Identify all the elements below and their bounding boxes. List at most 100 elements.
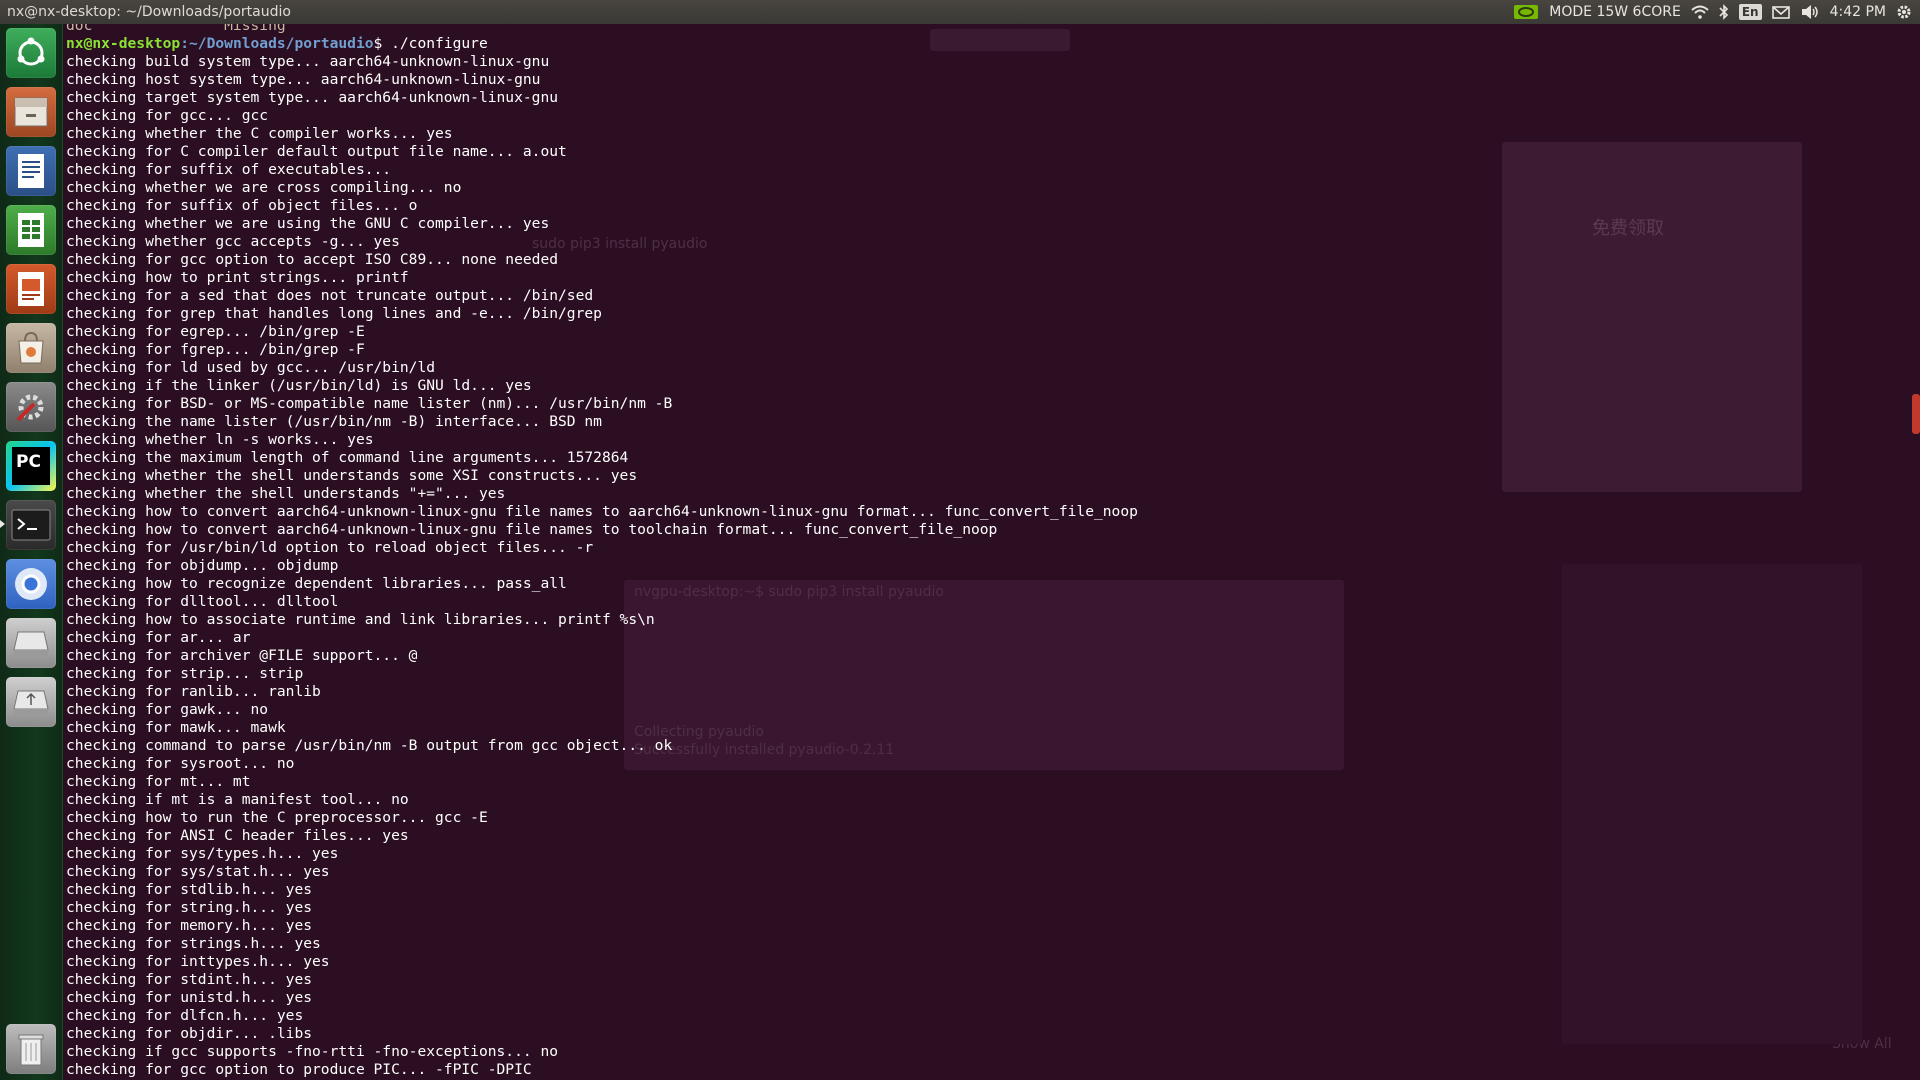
prompt-user-host: nx@nx-desktop: [66, 35, 181, 52]
system-settings-button[interactable]: [6, 382, 56, 432]
impress-button[interactable]: [6, 264, 56, 314]
terminal-line: checking how to associate runtime and li…: [66, 611, 655, 628]
spreadsheet-calc-icon: [18, 213, 44, 247]
prompt-path: :~/Downloads/portaudio: [180, 35, 374, 52]
terminal-line: checking for a sed that does not truncat…: [66, 287, 594, 304]
document-writer-icon: [18, 154, 44, 188]
nvidia-icon[interactable]: [1513, 4, 1539, 20]
terminal-line: checking for objdir... .libs: [66, 1025, 313, 1042]
command-text: ./configure: [391, 35, 488, 52]
terminal-output[interactable]: doc Missing nx@nx-desktop:~/Downloads/po…: [66, 24, 1138, 1079]
terminal-line: checking for sys/stat.h... yes: [66, 863, 330, 880]
terminal-line: checking for stdlib.h... yes: [66, 881, 313, 898]
file-cabinet-icon: [14, 97, 48, 127]
hard-drive-icon: [13, 631, 49, 656]
configure-output: checking build system type... aarch64-un…: [66, 53, 1138, 1078]
terminal-line: checking if mt is a manifest tool... no: [66, 791, 409, 808]
wrench-gear-icon: [16, 394, 44, 422]
terminal-line: checking for BSD- or MS-compatible name …: [66, 395, 673, 412]
terminal-line: checking whether we are cross compiling.…: [66, 179, 462, 196]
terminal-line: checking for gcc option to accept ISO C8…: [66, 251, 559, 268]
software-center-button[interactable]: [6, 323, 56, 373]
launcher-sidebar: PC: [0, 24, 63, 1080]
calc-button[interactable]: [6, 205, 56, 255]
terminal-line: checking whether the C compiler works...…: [66, 125, 453, 142]
usb-drive-button[interactable]: [6, 677, 56, 727]
terminal-line: checking for mt... mt: [66, 773, 251, 790]
terminal-line: checking for unistd.h... yes: [66, 989, 313, 1006]
window-title: nx@nx-desktop: ~/Downloads/portaudio: [7, 4, 291, 20]
terminal-line: checking for strings.h... yes: [66, 935, 321, 952]
terminal-line: checking build system type... aarch64-un…: [66, 53, 550, 70]
usb-drive-icon: [13, 690, 49, 715]
terminal-line: checking how to recognize dependent libr…: [66, 575, 567, 592]
terminal-line: checking for objdump... objdump: [66, 557, 339, 574]
terminal-line: checking for C compiler default output f…: [66, 143, 567, 160]
terminal-line: checking for /usr/bin/ld option to reloa…: [66, 539, 594, 556]
terminal-line: checking for gawk... no: [66, 701, 269, 718]
clock[interactable]: 4:42 PM: [1830, 0, 1886, 24]
ubuntu-logo-icon: [17, 37, 45, 66]
bluetooth-icon[interactable]: [1719, 4, 1729, 20]
terminal-line: checking how to run the C preprocessor..…: [66, 809, 488, 826]
indicator-area: MODE 15W 6CORE En 4:42 PM: [1513, 0, 1920, 24]
terminal-line: checking command to parse /usr/bin/nm -B…: [66, 737, 673, 754]
terminal-line: checking for string.h... yes: [66, 899, 313, 916]
terminal-button[interactable]: [6, 500, 56, 550]
terminal-line: checking for suffix of object files... o: [66, 197, 418, 214]
pycharm-logo-icon: PC: [12, 447, 50, 485]
terminal-partial-line: doc Missing: [66, 24, 286, 34]
terminal-line: checking host system type... aarch64-unk…: [66, 71, 541, 88]
power-mode-label[interactable]: MODE 15W 6CORE: [1549, 0, 1681, 24]
terminal-line: checking the name lister (/usr/bin/nm -B…: [66, 413, 602, 430]
terminal-line: checking for egrep... /bin/grep -E: [66, 323, 365, 340]
terminal-line: checking whether the shell understands "…: [66, 485, 506, 502]
terminal-line: checking for stdint.h... yes: [66, 971, 313, 988]
terminal-line: checking for inttypes.h... yes: [66, 953, 330, 970]
terminal-line: checking how to convert aarch64-unknown-…: [66, 521, 998, 538]
terminal-line: checking for mawk... mawk: [66, 719, 286, 736]
terminal-line: checking how to print strings... printf: [66, 269, 409, 286]
settings-gear-icon[interactable]: [1896, 4, 1912, 20]
trash-button[interactable]: [6, 1024, 56, 1074]
terminal-line: checking whether ln -s works... yes: [66, 431, 374, 448]
terminal-line: checking for grep that handles long line…: [66, 305, 602, 322]
terminal-line: checking for ld used by gcc... /usr/bin/…: [66, 359, 436, 376]
terminal-line: checking for ANSI C header files... yes: [66, 827, 409, 844]
active-app-indicator: [0, 520, 5, 528]
terminal-window[interactable]: doc Missing nx@nx-desktop:~/Downloads/po…: [62, 24, 1920, 1080]
writer-button[interactable]: [6, 146, 56, 196]
terminal-line: checking for sysroot... no: [66, 755, 295, 772]
drive-button[interactable]: [6, 618, 56, 668]
terminal-line: checking whether gcc accepts -g... yes: [66, 233, 400, 250]
terminal-line: checking for suffix of executables...: [66, 161, 392, 178]
terminal-line: checking for strip... strip: [66, 665, 304, 682]
terminal-line: checking for ranlib... ranlib: [66, 683, 321, 700]
terminal-line: checking for ar... ar: [66, 629, 251, 646]
terminal-line: checking the maximum length of command l…: [66, 449, 629, 466]
terminal-line: checking how to convert aarch64-unknown-…: [66, 503, 1138, 520]
files-button[interactable]: [6, 87, 56, 137]
terminal-line: checking if the linker (/usr/bin/ld) is …: [66, 377, 532, 394]
mail-icon[interactable]: [1771, 5, 1790, 19]
trash-can-icon: [18, 1034, 44, 1066]
terminal-line: checking for archiver @FILE support... @: [66, 647, 418, 664]
pycharm-button[interactable]: PC: [6, 441, 56, 491]
dash-home-button[interactable]: [6, 28, 56, 78]
chromium-button[interactable]: [6, 559, 56, 609]
terminal-line: checking whether we are using the GNU C …: [66, 215, 550, 232]
shopping-bag-icon: [18, 331, 44, 364]
terminal-line: checking for dlfcn.h... yes: [66, 1007, 304, 1024]
terminal-line: checking for gcc option to produce PIC..…: [66, 1061, 532, 1078]
terminal-prompt-icon: [11, 509, 51, 541]
terminal-line: checking target system type... aarch64-u…: [66, 89, 559, 106]
terminal-line: checking if gcc supports -fno-rtti -fno-…: [66, 1043, 559, 1060]
prompt-symbol: $: [373, 35, 392, 52]
volume-icon[interactable]: [1800, 4, 1820, 20]
wifi-icon[interactable]: [1691, 5, 1709, 19]
terminal-line: checking for memory.h... yes: [66, 917, 313, 934]
keyboard-layout-indicator[interactable]: En: [1738, 4, 1762, 20]
terminal-line: checking for gcc... gcc: [66, 107, 269, 124]
terminal-line: checking whether the shell understands s…: [66, 467, 638, 484]
chromium-browser-icon: [15, 568, 47, 600]
